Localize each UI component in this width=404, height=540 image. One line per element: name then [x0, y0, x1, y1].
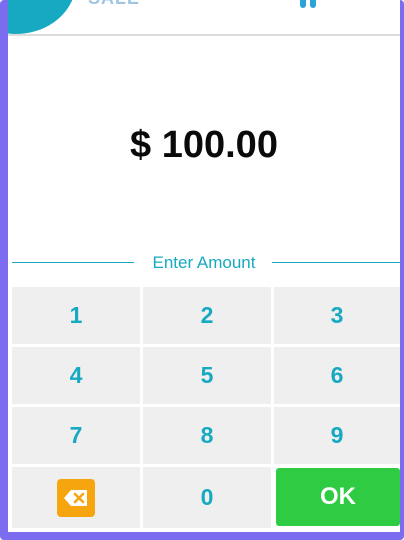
key-2[interactable]: 2 [143, 287, 271, 344]
ok-button[interactable]: OK [276, 468, 400, 526]
top-bar-icon-part [310, 0, 316, 8]
key-1[interactable]: 1 [12, 287, 140, 344]
key-4[interactable]: 4 [12, 347, 140, 404]
key-6[interactable]: 6 [274, 347, 400, 404]
key-0[interactable]: 0 [143, 467, 271, 528]
key-7[interactable]: 7 [12, 407, 140, 464]
numeric-keypad: 1 2 3 4 5 6 7 8 9 0 OK [12, 287, 400, 528]
amount-display: $ 100.00 [130, 124, 278, 166]
top-bar-icon-part [300, 0, 306, 8]
pos-screen: SALE $ 100.00 Enter Amount 1 2 3 4 5 6 7… [8, 0, 400, 532]
top-bar: SALE [8, 0, 400, 36]
sale-tab[interactable]: SALE [88, 0, 140, 9]
key-3[interactable]: 3 [274, 287, 400, 344]
divider-line-right [272, 262, 400, 263]
key-8[interactable]: 8 [143, 407, 271, 464]
enter-amount-divider: Enter Amount [8, 251, 400, 273]
menu-circle-button[interactable] [8, 0, 76, 34]
backspace-key[interactable] [12, 467, 140, 528]
key-9[interactable]: 9 [274, 407, 400, 464]
enter-amount-label: Enter Amount [152, 253, 256, 272]
key-5[interactable]: 5 [143, 347, 271, 404]
backspace-icon [57, 478, 95, 517]
